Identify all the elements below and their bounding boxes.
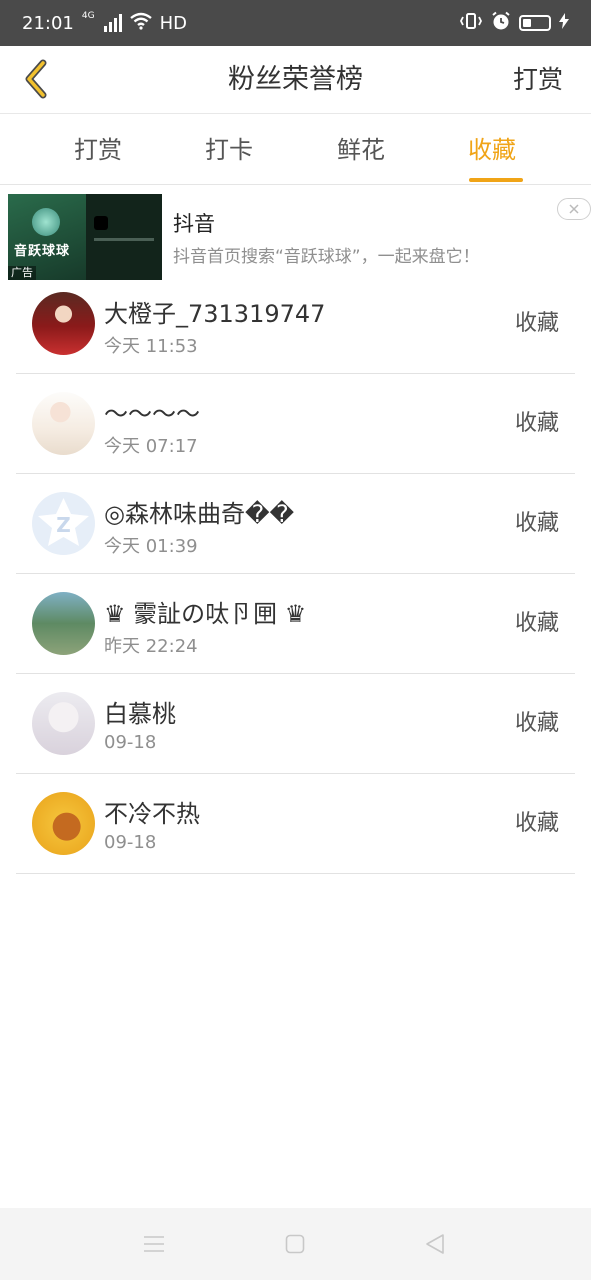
tab-flowers[interactable]: 鲜花 [316,115,406,185]
menu-icon [144,1236,164,1252]
fan-time: 09-18 [104,832,157,853]
tab-label: 打卡 [205,136,253,164]
list-item[interactable]: 大橙子_731319747 今天 11:53 收藏 [16,274,575,374]
fan-name: 白慕桃 [104,700,176,728]
reward-button[interactable]: 打赏 [513,46,563,114]
fan-name: ◎森林味曲奇�� [104,500,295,528]
ad-close-button[interactable] [557,198,591,220]
avatar[interactable] [32,392,95,455]
page-title: 粉丝荣誉榜 [228,64,363,95]
tab-checkin[interactable]: 打卡 [184,115,274,185]
chevron-left-icon [25,59,47,99]
tab-bar: 打赏 打卡 鲜花 收藏 [0,115,591,185]
avatar[interactable] [32,792,95,855]
network-type: 4G [81,10,95,21]
battery-icon [519,15,551,31]
signal-icon [103,14,122,32]
charging-icon [559,12,569,34]
avatar[interactable] [32,592,95,655]
tab-label: 收藏 [468,136,516,164]
back-button[interactable] [14,56,58,102]
fan-time: 09-18 [104,732,157,753]
status-time: 21:01 [22,12,74,34]
favorite-label: 收藏 [514,711,559,736]
hd-label: HD [159,12,187,34]
favorite-label: 收藏 [514,611,559,636]
list-item[interactable]: Z ◎森林味曲奇�� 今天 01:39 收藏 [16,474,575,574]
favorite-label: 收藏 [514,811,559,836]
tab-reward[interactable]: 打赏 [53,115,143,185]
avatar[interactable]: Z [32,492,95,555]
alarm-icon [491,11,511,36]
list-item[interactable]: ♛ 霥訨の呔卪㘡 ♛ 昨天 22:24 收藏 [16,574,575,674]
fan-time: 昨天 22:24 [104,636,198,657]
tab-label: 鲜花 [337,136,385,164]
avatar[interactable] [32,692,95,755]
list-item[interactable]: ～～～～ 今天 07:17 收藏 [16,374,575,474]
app-header: 粉丝荣誉榜 打赏 [0,46,591,114]
fan-name: 大橙子_731319747 [104,300,326,328]
back-triangle-icon [426,1234,444,1254]
menu-button[interactable] [136,1226,172,1262]
tab-label: 打赏 [74,136,122,164]
ad-description: 抖音首页搜索“音跃球球”，一起来盘它！ [173,247,480,267]
close-icon [569,204,579,214]
tiktok-logo-icon [94,216,108,230]
fan-name: 不冷不热 [104,800,200,828]
default-avatar-icon: Z [38,498,89,546]
status-bar: 21:01 4G HD [0,0,591,46]
ad-image[interactable]: 音跃球球 广告 [8,194,162,280]
tab-favorites[interactable]: 收藏 [447,115,537,185]
fan-time: 今天 01:39 [104,536,198,557]
active-tab-indicator [469,178,523,182]
ad-image-text: 音跃球球 [14,244,71,259]
back-nav-button[interactable] [417,1226,453,1262]
fan-list: 大橙子_731319747 今天 11:53 收藏 ～～～～ 今天 07:17 … [0,274,591,874]
ad-title: 抖音 [173,212,215,236]
fan-name: ～～～～ [104,400,200,428]
ad-banner[interactable]: 音跃球球 广告 抖音 抖音首页搜索“音跃球球”，一起来盘它！ [0,186,591,282]
svg-text:Z: Z [56,513,71,537]
home-icon [285,1234,305,1254]
avatar[interactable] [32,292,95,355]
wifi-icon [129,12,152,35]
fan-name: ♛ 霥訨の呔卪㘡 ♛ [104,600,307,628]
planet-icon [32,208,60,236]
favorite-label: 收藏 [514,511,559,536]
list-item[interactable]: 不冷不热 09-18 收藏 [16,774,575,874]
list-item[interactable]: 白慕桃 09-18 收藏 [16,674,575,774]
fan-time: 今天 07:17 [104,436,198,457]
system-nav-bar [0,1208,591,1280]
favorite-label: 收藏 [514,311,559,336]
home-button[interactable] [277,1226,313,1262]
fan-time: 今天 11:53 [104,336,198,357]
vibrate-icon [459,12,483,35]
favorite-label: 收藏 [514,411,559,436]
